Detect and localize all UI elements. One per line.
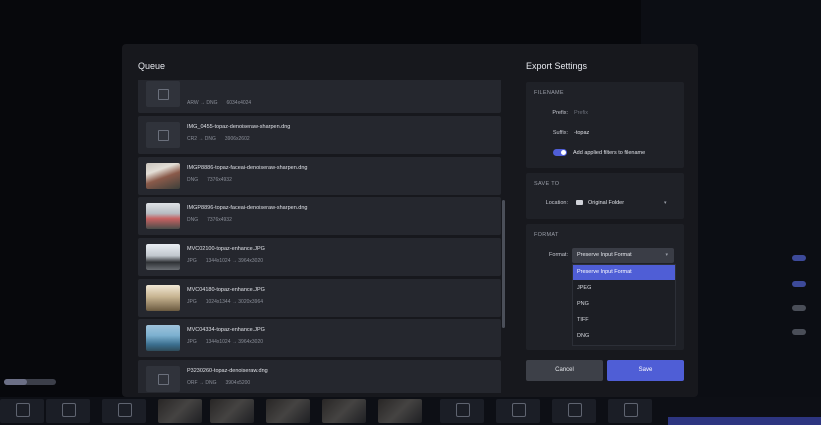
queue-thumbnail — [146, 163, 180, 189]
queue-item-name: IMGP8896-topaz-faceai-denoiseraw-sharpen… — [187, 205, 308, 211]
filmstrip-thumb — [0, 399, 44, 423]
queue-thumbnail — [146, 366, 180, 392]
background-progress-bar — [4, 379, 56, 385]
chevron-down-icon[interactable]: ▾ — [664, 200, 667, 206]
queue-item[interactable]: IMGP8896-topaz-faceai-denoiseraw-sharpen… — [138, 197, 501, 235]
queue-scrollbar[interactable] — [502, 200, 505, 328]
queue-item-meta: DNG 7376x4932 — [187, 177, 232, 183]
queue-thumbnail — [146, 81, 180, 107]
filmstrip-thumb — [608, 399, 652, 423]
queue-item[interactable]: MVC02100-topaz-enhance.JPG JPG 1344x1024 … — [138, 238, 501, 276]
image-icon — [62, 403, 76, 417]
queue-item-name: IMG_0455-topaz-denoiseraw-sharpen.dng — [187, 124, 291, 130]
image-icon — [456, 403, 470, 417]
queue-item-name: MVC04180-topaz-enhance.JPG — [187, 287, 265, 293]
queue-item-name: P3230260-topaz-denoiseraw.dng — [187, 368, 268, 374]
filmstrip-thumb — [496, 399, 540, 423]
queue-item-meta: JPG 1344x1024 → 3964x3020 — [187, 258, 264, 264]
background-toggle — [792, 329, 806, 335]
queue-item-meta: ARW → DNG 6034x4024 — [187, 100, 252, 106]
filmstrip-thumb — [158, 399, 202, 423]
queue-item[interactable]: IMGP8886-topaz-faceai-denoiseraw-sharpen… — [138, 157, 501, 195]
image-icon — [568, 403, 582, 417]
queue-item-meta: JPG 1024x1344 → 3020x3964 — [187, 299, 264, 305]
prefix-input[interactable]: Prefix — [574, 110, 588, 116]
background-bottom-button — [668, 417, 821, 425]
background-toggle — [792, 281, 806, 287]
filmstrip-thumb — [378, 399, 422, 423]
queue-thumbnail — [146, 285, 180, 311]
save-button[interactable]: Save — [607, 360, 684, 381]
background-toggle — [792, 305, 806, 311]
image-icon — [16, 403, 30, 417]
location-select[interactable]: Original Folder — [588, 200, 624, 206]
filmstrip-thumb — [440, 399, 484, 423]
queue-item-meta: DNG 7376x4932 — [187, 217, 232, 223]
queue-item[interactable]: MVC04180-topaz-enhance.JPG JPG 1024x1344 … — [138, 279, 501, 317]
queue-item[interactable]: P3230260-topaz-denoiseraw.dng ORF → DNG 3… — [138, 360, 501, 393]
queue-item-meta: ORF → DNG 3904x5200 — [187, 380, 251, 386]
export-settings-title: Export Settings — [526, 61, 588, 71]
queue-thumbnail — [146, 244, 180, 270]
queue-list[interactable]: ARW → DNG 6034x4024 IMG_0455-topaz-denois… — [138, 80, 508, 393]
format-heading: FORMAT — [534, 232, 559, 238]
image-icon — [118, 403, 132, 417]
format-option-tiff[interactable]: TIFF — [573, 313, 675, 328]
queue-thumbnail — [146, 325, 180, 351]
filmstrip-thumb — [210, 399, 254, 423]
add-filters-toggle[interactable] — [553, 149, 567, 156]
image-icon — [512, 403, 526, 417]
location-label: Location: — [545, 200, 568, 206]
queue-title: Queue — [138, 61, 166, 71]
queue-thumbnail — [146, 203, 180, 229]
format-label: Format: — [549, 252, 568, 258]
cancel-button[interactable]: Cancel — [526, 360, 603, 381]
filmstrip-thumb — [266, 399, 310, 423]
image-placeholder-icon — [158, 374, 169, 385]
background-toggle — [792, 255, 806, 261]
queue-item[interactable]: MVC04334-topaz-enhance.JPG JPG 1344x1024 … — [138, 319, 501, 357]
queue-thumbnail — [146, 122, 180, 148]
filename-section: FILENAME Prefix: Prefix Suffix: -topaz A… — [526, 82, 684, 168]
image-icon — [624, 403, 638, 417]
suffix-label: Suffix: — [552, 130, 568, 136]
queue-item-meta: CR2 → DNG 3906x2602 — [187, 136, 250, 142]
format-option-preserve[interactable]: Preserve Input Format — [573, 265, 675, 280]
queue-item-name: MVC02100-topaz-enhance.JPG — [187, 246, 265, 252]
queue-item-meta: JPG 1344x1024 → 3964x3020 — [187, 339, 264, 345]
format-select[interactable]: Preserve Input Format ▾ — [572, 248, 674, 263]
filmstrip-thumb — [322, 399, 366, 423]
format-option-png[interactable]: PNG — [573, 297, 675, 312]
filmstrip-thumb — [102, 399, 146, 423]
filmstrip-thumb — [552, 399, 596, 423]
image-placeholder-icon — [158, 89, 169, 100]
save-to-section: SAVE TO Location: Original Folder ▾ — [526, 173, 684, 219]
queue-item[interactable]: IMG_0455-topaz-denoiseraw-sharpen.dng CR… — [138, 116, 501, 154]
prefix-label: Prefix: — [552, 110, 568, 116]
folder-icon — [576, 200, 583, 205]
format-option-jpeg[interactable]: JPEG — [573, 281, 675, 296]
format-option-dng[interactable]: DNG — [573, 329, 675, 344]
save-to-heading: SAVE TO — [534, 181, 560, 187]
filename-heading: FILENAME — [534, 90, 564, 96]
add-filters-label: Add applied filters to filename — [573, 150, 646, 156]
filmstrip-thumb — [46, 399, 90, 423]
format-dropdown: Preserve Input Format JPEG PNG TIFF DNG — [572, 264, 676, 346]
chevron-down-icon: ▾ — [665, 252, 668, 258]
queue-item[interactable]: ARW → DNG 6034x4024 — [138, 80, 501, 113]
queue-item-name: MVC04334-topaz-enhance.JPG — [187, 327, 265, 333]
queue-item-name: IMGP8886-topaz-faceai-denoiseraw-sharpen… — [187, 165, 308, 171]
format-select-value: Preserve Input Format — [577, 252, 632, 258]
suffix-input[interactable]: -topaz — [574, 130, 589, 136]
image-placeholder-icon — [158, 130, 169, 141]
